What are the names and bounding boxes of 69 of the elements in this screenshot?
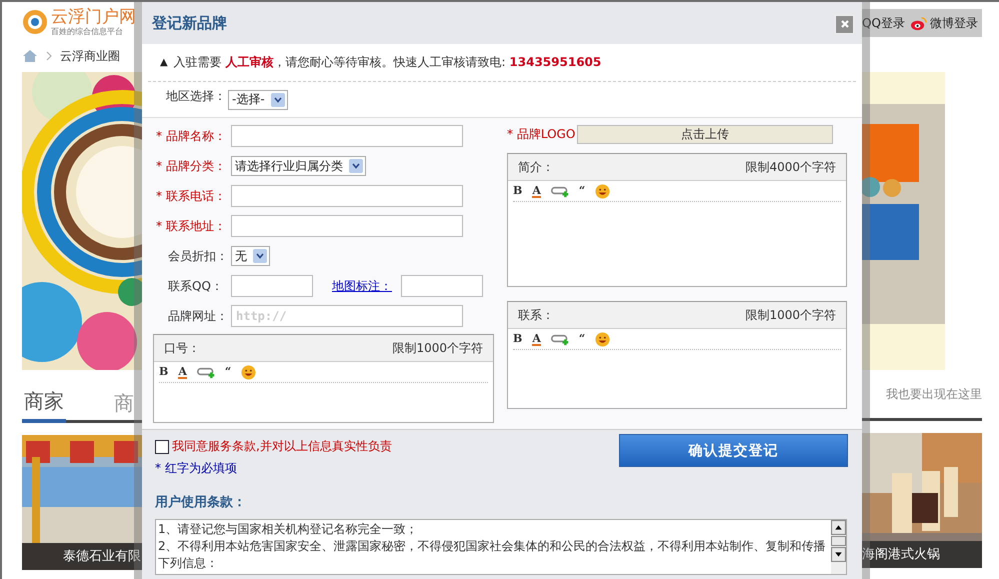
site-name: 云浮门户网 xyxy=(51,8,136,26)
dropdown[interactable]: 无 xyxy=(231,246,270,266)
weibo-icon[interactable] xyxy=(910,16,927,30)
promo-link[interactable]: 我也要出现在这里 xyxy=(886,386,982,402)
terms-paragraph: 1、请登记您与国家相关机构登记名称完全一致； xyxy=(158,521,419,538)
login-link[interactable]: QQ登录 xyxy=(862,14,905,32)
font-color-button[interactable]: A xyxy=(178,366,187,378)
region-dropdown[interactable]: -选择- xyxy=(228,90,288,110)
field-label: * 品牌分类： xyxy=(155,158,227,174)
char-limit: 限制1000个字符 xyxy=(745,306,836,324)
scroll-down-icon[interactable] xyxy=(831,547,846,562)
listing-caption[interactable]: 海阁港式火锅 xyxy=(862,541,982,568)
scrollbar[interactable] xyxy=(831,520,846,574)
bold-button[interactable]: B xyxy=(513,332,522,346)
link-icon[interactable] xyxy=(550,184,569,198)
text-field[interactable] xyxy=(231,125,463,147)
notice-text: 入驻需要 人工审核，请您耐心等待审核。快速人工审核请致电: 13435951605 xyxy=(174,54,602,71)
field-label: 品牌网址： xyxy=(167,308,229,324)
scroll-thumb[interactable] xyxy=(831,536,846,546)
quote-button[interactable]: “ xyxy=(578,184,586,198)
logo-icon xyxy=(22,9,48,35)
field-label: * 联系地址： xyxy=(155,218,227,234)
char-limit: 限制4000个字符 xyxy=(745,158,836,176)
field-label: 联系QQ： xyxy=(167,278,224,294)
font-color-button[interactable]: A xyxy=(532,332,541,346)
checkbox[interactable] xyxy=(155,440,169,454)
smiley-icon[interactable] xyxy=(595,332,610,346)
terms-paragraph: 2、不得利用本站危害国家安全、泄露国家秘密，不得侵犯国家社会集体的和公民的合法权益，不得利用本站制作、复制和传播下列信息： xyxy=(158,538,827,572)
listing-caption[interactable]: 泰德石业有限 xyxy=(22,543,142,570)
field-label: * 品牌LOGO xyxy=(507,126,576,142)
dropdown[interactable]: 请选择行业归属分类 xyxy=(231,156,366,176)
editor-label: 联系： xyxy=(518,306,554,324)
submit-button[interactable]: 确认提交登记 xyxy=(619,434,848,467)
terms-title: 用户使用条款： xyxy=(155,494,247,511)
breadcrumb-item[interactable]: 云浮商业圈 xyxy=(60,48,120,64)
smiley-icon[interactable] xyxy=(595,184,610,198)
home-icon[interactable] xyxy=(22,49,38,63)
agree-label[interactable]: 我同意服务条款,并对以上信息真实性负责 xyxy=(172,438,392,455)
chevron-icon xyxy=(46,51,52,61)
site-tagline: 百姓的综合信息平台 xyxy=(51,26,124,36)
login-link[interactable]: 微博登录 xyxy=(930,14,978,32)
font-color-button[interactable]: A xyxy=(532,184,541,198)
editor-label: 口号： xyxy=(164,340,200,356)
quote-button[interactable]: “ xyxy=(578,332,586,346)
qq-field[interactable] xyxy=(231,275,313,297)
upload-button[interactable]: 点击上传 xyxy=(577,124,833,144)
bold-button[interactable]: B xyxy=(513,184,522,198)
close-icon xyxy=(840,19,850,29)
field-label: * 品牌名称： xyxy=(155,128,227,144)
link-icon[interactable] xyxy=(196,365,215,379)
map-field[interactable] xyxy=(401,275,483,297)
editor-label: 简介： xyxy=(518,158,554,176)
close-button[interactable] xyxy=(835,14,854,34)
field-label: 地区选择： xyxy=(166,88,226,105)
field-label: * 联系电话： xyxy=(155,188,227,204)
tab[interactable]: 商家 xyxy=(22,388,66,423)
link-icon[interactable] xyxy=(550,332,569,346)
field-label: 会员折扣： xyxy=(167,248,229,264)
required-note: * 红字为必填项 xyxy=(155,460,238,477)
bold-button[interactable]: B xyxy=(159,365,168,379)
smiley-icon[interactable] xyxy=(241,364,256,380)
warning-icon: ▲ xyxy=(160,57,168,68)
text-field[interactable] xyxy=(231,215,463,237)
quote-button[interactable]: “ xyxy=(224,365,232,379)
char-limit: 限制1000个字符 xyxy=(392,340,483,356)
scroll-up-icon[interactable] xyxy=(831,520,846,535)
text-field[interactable] xyxy=(231,185,463,207)
map-link[interactable]: 地图标注： xyxy=(332,278,392,294)
dialog-title: 登记新品牌 xyxy=(152,14,227,32)
